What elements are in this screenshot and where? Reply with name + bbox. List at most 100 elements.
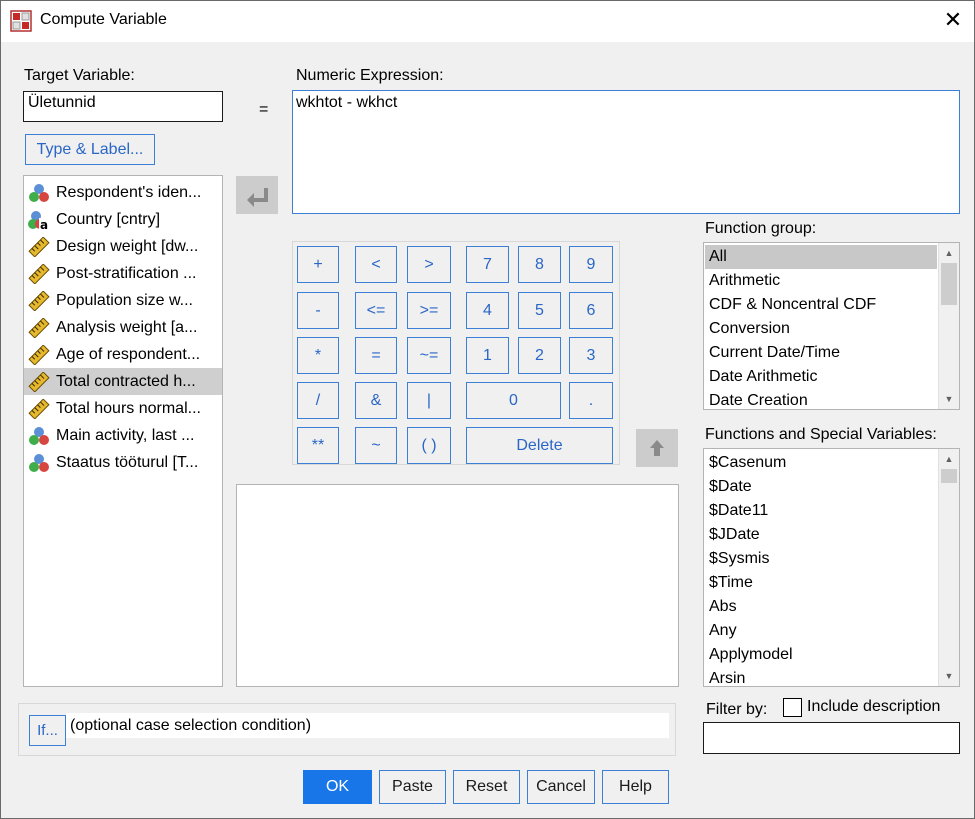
scrollbar-thumb[interactable] bbox=[941, 263, 957, 305]
variable-list-item[interactable]: Main activity, last ... bbox=[24, 422, 222, 449]
function-item[interactable]: $JDate bbox=[705, 523, 937, 547]
digit-4-button[interactable]: 4 bbox=[466, 292, 509, 329]
filter-input[interactable] bbox=[703, 722, 960, 754]
ok-button[interactable]: OK bbox=[303, 770, 372, 804]
function-item[interactable]: $Date11 bbox=[705, 499, 937, 523]
digit-9-button[interactable]: 9 bbox=[569, 246, 613, 283]
function-item[interactable]: Abs bbox=[705, 595, 937, 619]
scale-ruler-icon bbox=[28, 317, 56, 338]
if-button[interactable]: If... bbox=[29, 715, 66, 746]
variable-list-item[interactable]: Respondent's iden... bbox=[24, 179, 222, 206]
nominal-string-icon: a bbox=[28, 210, 56, 230]
nominal-icon bbox=[28, 183, 56, 203]
variable-list-item[interactable]: Analysis weight [a... bbox=[24, 314, 222, 341]
variable-label: Analysis weight [a... bbox=[56, 318, 198, 336]
variable-list-item[interactable]: Design weight [dw... bbox=[24, 233, 222, 260]
scale-ruler-icon bbox=[28, 371, 56, 392]
scale-ruler-icon bbox=[28, 344, 56, 365]
function-item[interactable]: Arsin bbox=[705, 667, 937, 686]
variable-label: Post-stratification ... bbox=[56, 264, 197, 282]
plus-button[interactable]: + bbox=[297, 246, 339, 283]
variable-list[interactable]: Respondent's iden... a Country [cntry] Desi… bbox=[23, 175, 223, 687]
greater-equal-button[interactable]: >= bbox=[407, 292, 451, 329]
functions-scrollbar[interactable]: ▲ ▼ bbox=[938, 449, 959, 686]
digit-1-button[interactable]: 1 bbox=[466, 337, 509, 374]
less-equal-button[interactable]: <= bbox=[355, 292, 397, 329]
numeric-expression-input[interactable]: wkhtot - wkhct bbox=[292, 90, 960, 214]
if-condition-text: (optional case selection condition) bbox=[66, 713, 669, 738]
digit-3-button[interactable]: 3 bbox=[569, 337, 613, 374]
variable-list-item[interactable]: Age of respondent... bbox=[24, 341, 222, 368]
multiply-button[interactable]: * bbox=[297, 337, 339, 374]
variable-list-item[interactable]: Total contracted h... bbox=[24, 368, 222, 395]
variable-list-item[interactable]: Population size w... bbox=[24, 287, 222, 314]
not-equal-button[interactable]: ~= bbox=[407, 337, 451, 374]
scroll-up-icon[interactable]: ▲ bbox=[939, 244, 959, 262]
function-group-item[interactable]: Date Creation bbox=[705, 389, 937, 409]
scale-ruler-icon bbox=[28, 398, 56, 419]
divide-button[interactable]: / bbox=[297, 382, 339, 419]
function-item[interactable]: Applymodel bbox=[705, 643, 937, 667]
scale-ruler-icon bbox=[28, 236, 56, 257]
scroll-down-icon[interactable]: ▼ bbox=[939, 667, 959, 685]
move-to-expression-button[interactable] bbox=[236, 176, 278, 214]
digit-0-button[interactable]: 0 bbox=[466, 382, 561, 419]
function-group-item[interactable]: Date Arithmetic bbox=[705, 365, 937, 389]
cancel-button[interactable]: Cancel bbox=[527, 770, 595, 804]
greater-than-button[interactable]: > bbox=[407, 246, 451, 283]
numeric-expression-label: Numeric Expression: bbox=[296, 67, 444, 84]
function-item[interactable]: $Time bbox=[705, 571, 937, 595]
equals-sign: = bbox=[259, 101, 269, 118]
or-button[interactable]: | bbox=[407, 382, 451, 419]
nominal-icon bbox=[28, 426, 56, 446]
scroll-up-icon[interactable]: ▲ bbox=[939, 450, 959, 468]
variable-list-item[interactable]: Total hours normal... bbox=[24, 395, 222, 422]
close-button[interactable]: ✕ bbox=[935, 4, 971, 36]
not-button[interactable]: ~ bbox=[355, 427, 397, 464]
function-group-item[interactable]: Conversion bbox=[705, 317, 937, 341]
digit-5-button[interactable]: 5 bbox=[518, 292, 561, 329]
function-group-item[interactable]: CDF & Noncentral CDF bbox=[705, 293, 937, 317]
function-group-item[interactable]: Current Date/Time bbox=[705, 341, 937, 365]
help-button[interactable]: Help bbox=[602, 770, 669, 804]
variable-label: Age of respondent... bbox=[56, 345, 201, 363]
filter-by-label: Filter by: bbox=[706, 701, 768, 718]
function-group-item[interactable]: Arithmetic bbox=[705, 269, 937, 293]
digit-7-button[interactable]: 7 bbox=[466, 246, 509, 283]
equal-button[interactable]: = bbox=[355, 337, 397, 374]
function-item[interactable]: $Date bbox=[705, 475, 937, 499]
function-item[interactable]: $Sysmis bbox=[705, 547, 937, 571]
function-group-item[interactable]: All bbox=[705, 245, 937, 269]
function-item[interactable]: $Casenum bbox=[705, 451, 937, 475]
functions-list[interactable]: $Casenum $Date $Date11 $JDate $Sysmis $Time Ab… bbox=[703, 448, 960, 687]
move-function-up-button[interactable] bbox=[636, 429, 678, 467]
function-item[interactable]: Any bbox=[705, 619, 937, 643]
include-description-checkbox[interactable] bbox=[783, 698, 802, 717]
variable-list-item[interactable]: Staatus tööturul [T... bbox=[24, 449, 222, 476]
arrow-up-icon bbox=[650, 440, 664, 456]
nominal-icon bbox=[28, 453, 56, 473]
variable-list-item[interactable]: Post-stratification ... bbox=[24, 260, 222, 287]
digit-6-button[interactable]: 6 bbox=[569, 292, 613, 329]
digit-8-button[interactable]: 8 bbox=[518, 246, 561, 283]
scroll-down-icon[interactable]: ▼ bbox=[939, 390, 959, 408]
function-group-scrollbar[interactable]: ▲ ▼ bbox=[938, 243, 959, 409]
variable-list-item[interactable]: a Country [cntry] bbox=[24, 206, 222, 233]
minus-button[interactable]: - bbox=[297, 292, 339, 329]
digit-2-button[interactable]: 2 bbox=[518, 337, 561, 374]
paste-button[interactable]: Paste bbox=[379, 770, 446, 804]
less-than-button[interactable]: < bbox=[355, 246, 397, 283]
close-icon: ✕ bbox=[943, 7, 963, 32]
and-button[interactable]: & bbox=[355, 382, 397, 419]
delete-button[interactable]: Delete bbox=[466, 427, 613, 464]
function-group-list[interactable]: All Arithmetic CDF & Noncentral CDF Convers… bbox=[703, 242, 960, 410]
decimal-point-button[interactable]: . bbox=[569, 382, 613, 419]
functions-special-variables-label: Functions and Special Variables: bbox=[705, 426, 937, 443]
power-button[interactable]: ** bbox=[297, 427, 339, 464]
scrollbar-thumb[interactable] bbox=[941, 469, 957, 483]
variable-label: Total hours normal... bbox=[56, 399, 201, 417]
target-variable-input[interactable]: Ületunnid bbox=[23, 91, 223, 122]
type-label-button[interactable]: Type & Label... bbox=[25, 134, 155, 165]
parentheses-button[interactable]: ( ) bbox=[407, 427, 451, 464]
reset-button[interactable]: Reset bbox=[453, 770, 520, 804]
